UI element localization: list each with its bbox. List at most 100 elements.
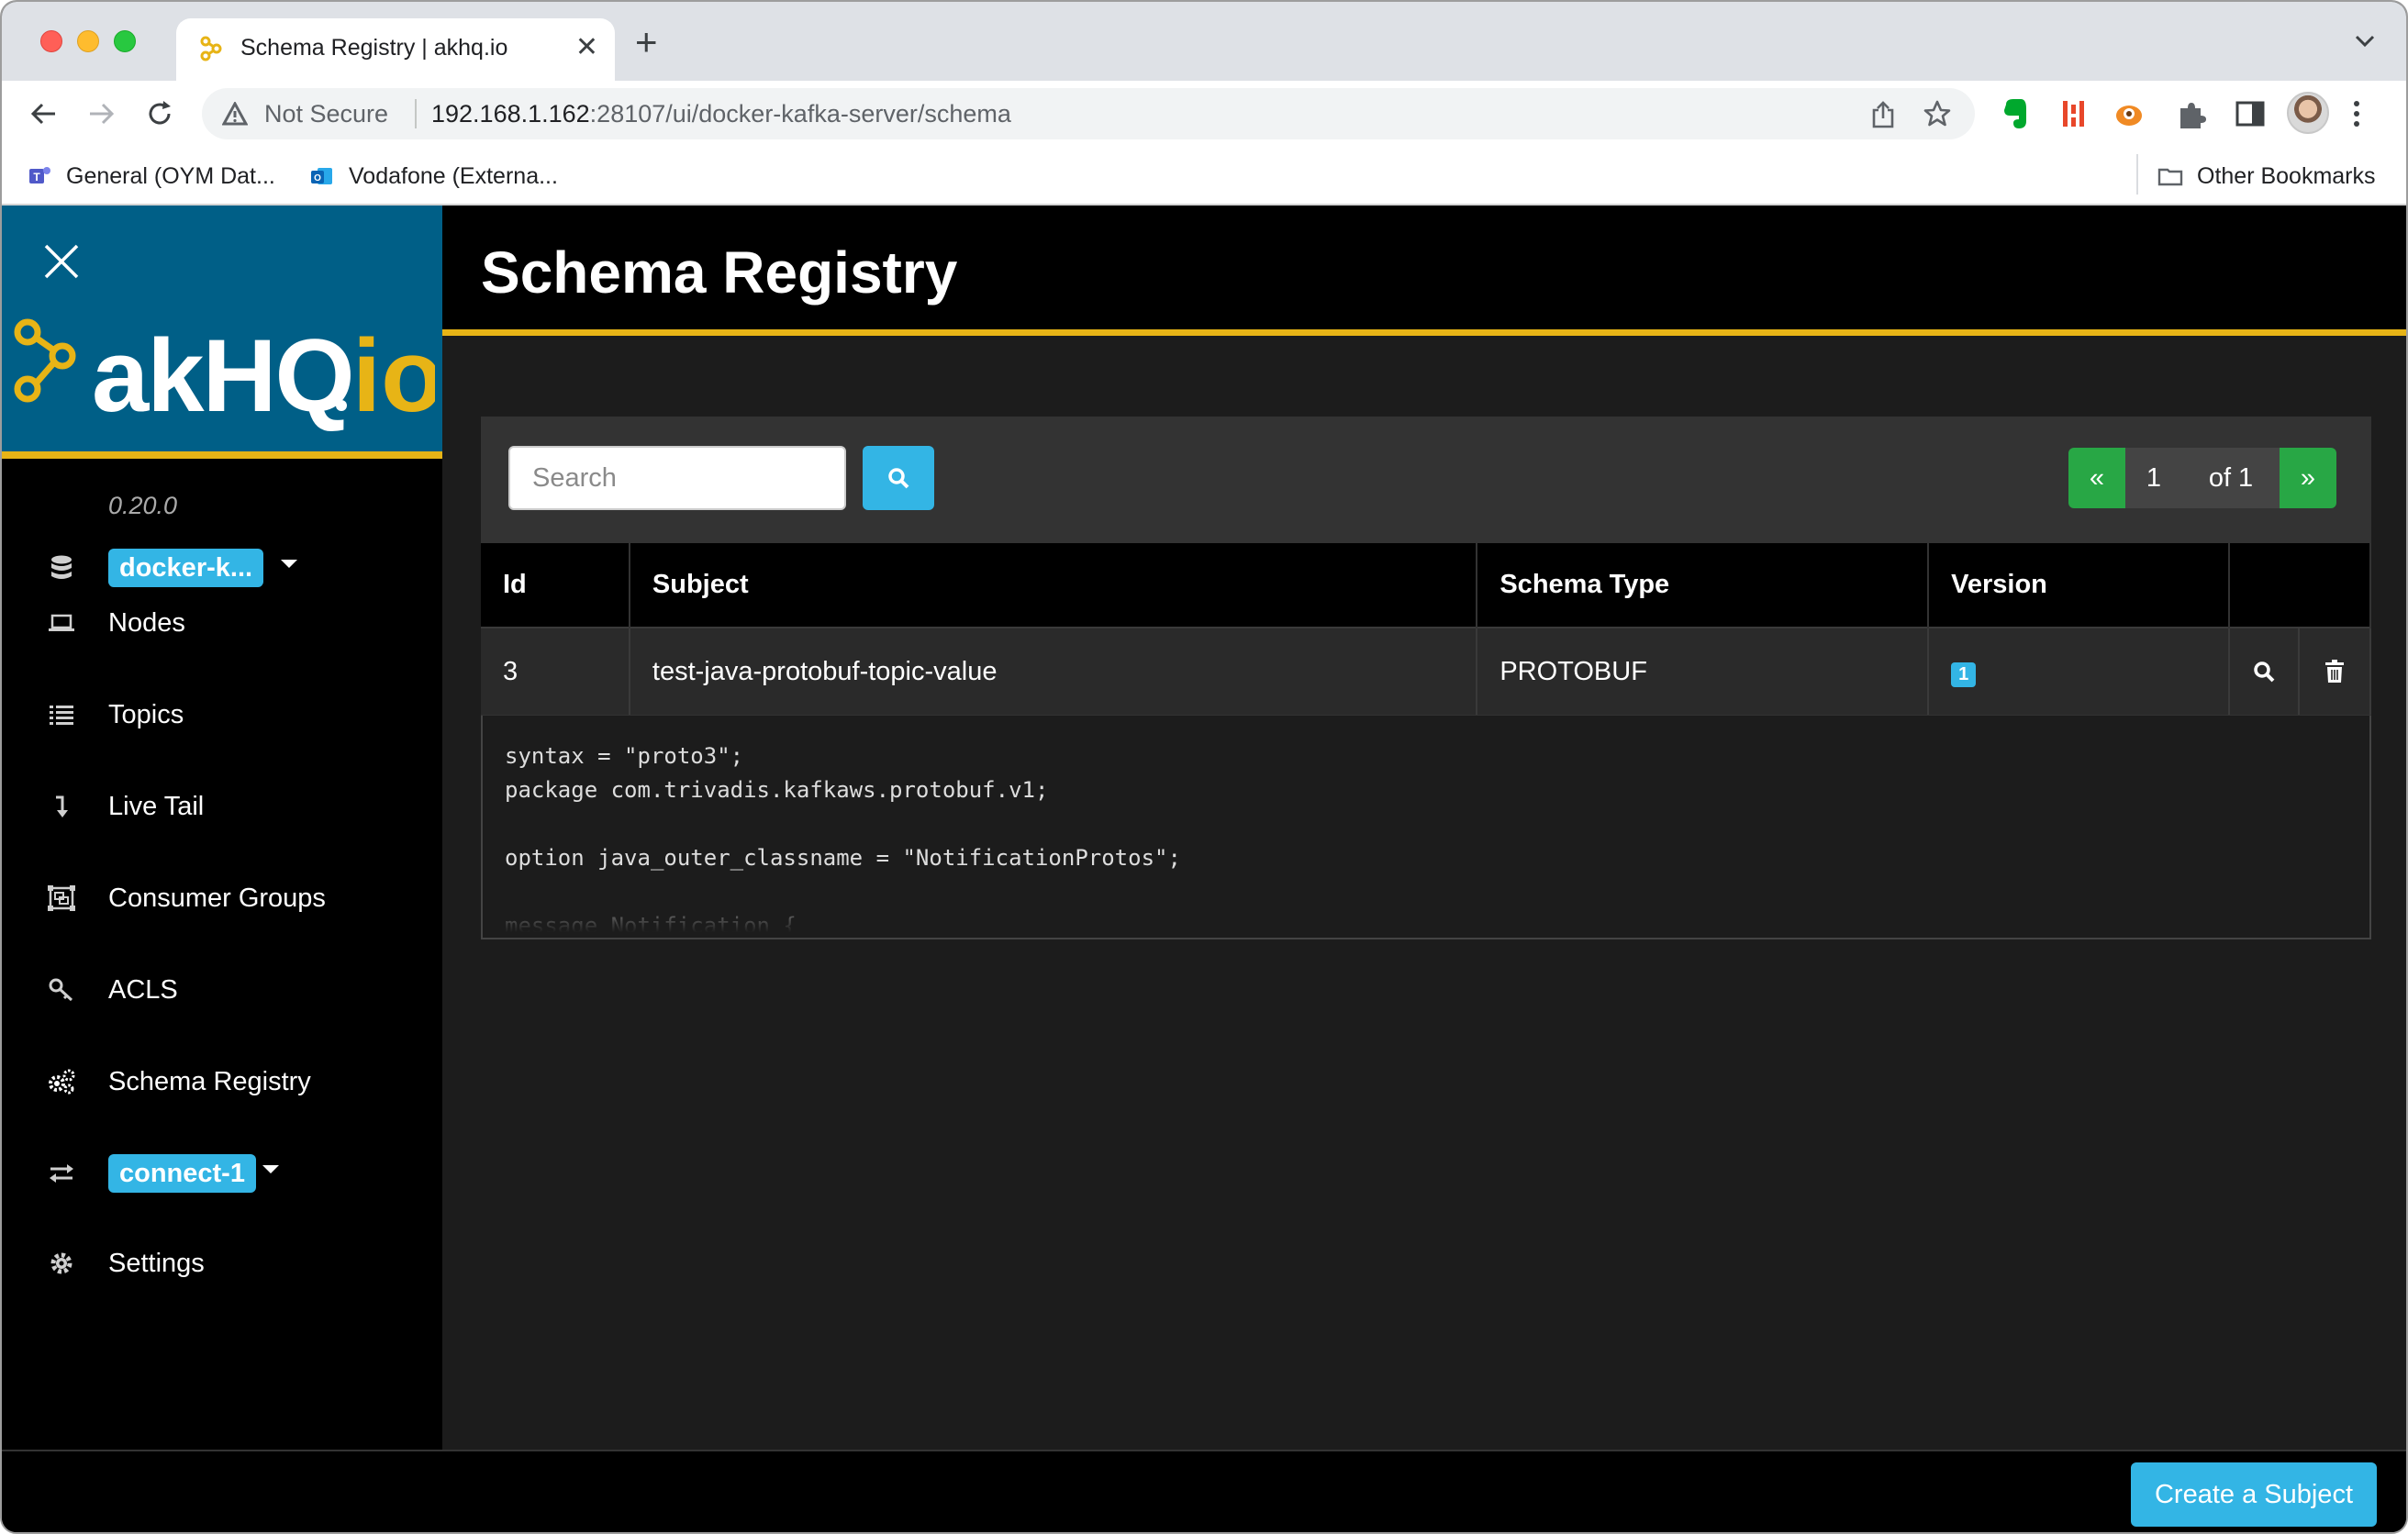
tab-title: Schema Registry | akhq.io	[240, 35, 508, 61]
svg-text:T: T	[33, 171, 40, 183]
cluster-selector-badge[interactable]: docker-k...	[108, 549, 264, 587]
search-button[interactable]	[863, 446, 934, 510]
window-minimize-button[interactable]	[77, 30, 99, 52]
url-path: :28107/ui/docker-kafka-server/schema	[589, 100, 1011, 128]
list-icon	[46, 699, 77, 730]
not-secure-label[interactable]: Not Secure	[264, 100, 388, 128]
sidebar-item-acls[interactable]: ACLS	[2, 958, 442, 1022]
footer-bar: Create a Subject	[2, 1450, 2406, 1532]
create-subject-button[interactable]: Create a Subject	[2130, 1462, 2377, 1527]
sidebar-close-icon[interactable]	[42, 242, 81, 281]
side-panel-icon[interactable]	[2232, 95, 2269, 132]
svg-text:O: O	[314, 173, 321, 183]
browser-window: Schema Registry | akhq.io ✕ + Not Secure…	[0, 0, 2408, 1534]
view-schema-button[interactable]	[2230, 628, 2300, 715]
url-host: 192.168.1.162	[431, 100, 590, 128]
evernote-extension-icon[interactable]	[1997, 95, 2034, 132]
akhq-favicon-icon	[200, 36, 222, 61]
svg-text:akHQ: akHQ	[92, 318, 353, 433]
level-down-arrow-icon	[46, 791, 77, 822]
pagination-total: of 1	[2182, 448, 2280, 508]
akhq-logo[interactable]: akHQ io	[13, 312, 435, 440]
tab-close-icon[interactable]: ✕	[575, 31, 598, 64]
warning-triangle-icon	[222, 102, 248, 126]
sidebar-item-nodes-label: Nodes	[108, 607, 185, 638]
window-zoom-button[interactable]	[114, 30, 136, 52]
sidebar-item-schema-registry-label: Schema Registry	[108, 1066, 311, 1096]
column-header-schema-type: Schema Type	[1477, 543, 1930, 628]
browser-tab-active[interactable]: Schema Registry | akhq.io ✕	[176, 18, 615, 81]
sidebar: akHQ io 0.20.0 docker-k... Nodes Topics …	[2, 206, 442, 1450]
bookmark-vodafone[interactable]: O Vodafone (Externa...	[308, 158, 558, 195]
tab-strip: Schema Registry | akhq.io ✕ +	[2, 2, 2406, 81]
database-icon	[46, 552, 77, 584]
sidebar-item-schema-registry[interactable]: Schema Registry	[2, 1050, 442, 1114]
sidebar-item-consumer-groups[interactable]: Consumer Groups	[2, 866, 442, 930]
page-header: Schema Registry	[442, 206, 2406, 336]
fox-extension-icon[interactable]	[2111, 95, 2147, 132]
search-input[interactable]	[508, 446, 846, 510]
omnibox-separator	[415, 99, 417, 128]
tab-search-chevron-icon[interactable]	[2355, 35, 2375, 48]
red-extension-icon[interactable]	[2056, 95, 2092, 132]
schema-table: Id Subject Schema Type Version 3 test-ja…	[481, 543, 2372, 715]
outlook-icon: O	[311, 168, 332, 184]
caret-down-icon[interactable]	[281, 560, 297, 568]
bookmark-vodafone-label: Vodafone (Externa...	[349, 162, 558, 189]
object-group-icon	[46, 883, 77, 914]
caret-down-icon[interactable]	[262, 1165, 279, 1173]
new-tab-button[interactable]: +	[635, 23, 658, 61]
column-header-actions	[2228, 543, 2372, 628]
cell-subject[interactable]: test-java-protobuf-topic-value	[629, 627, 1478, 715]
bookmark-general-label: General (OYM Dat...	[66, 162, 275, 189]
reload-icon[interactable]	[143, 97, 176, 130]
pagination-current-page[interactable]: 1	[2125, 448, 2182, 508]
forward-arrow-icon[interactable]	[84, 97, 117, 130]
sidebar-item-topics[interactable]: Topics	[2, 683, 442, 747]
pagination: « 1 of 1 »	[2068, 448, 2336, 508]
browser-toolbar: Not Secure 192.168.1.162:28107/ui/docker…	[2, 81, 2406, 147]
sidebar-item-consumer-groups-label: Consumer Groups	[108, 883, 326, 913]
kebab-menu-icon[interactable]	[2351, 97, 2362, 130]
other-bookmarks[interactable]: Other Bookmarks	[2157, 158, 2376, 195]
back-arrow-icon[interactable]	[28, 97, 61, 130]
search-icon	[888, 468, 909, 489]
url-text[interactable]: 192.168.1.162:28107/ui/docker-kafka-serv…	[431, 100, 1011, 128]
sidebar-item-connect[interactable]: connect-1	[2, 1141, 442, 1206]
sidebar-item-live-tail-label: Live Tail	[108, 791, 205, 821]
pagination-next-button[interactable]: »	[2280, 448, 2336, 508]
connect-selector-badge[interactable]: connect-1	[108, 1154, 256, 1193]
extensions-puzzle-icon[interactable]	[2173, 95, 2210, 132]
cogs-icon	[46, 1066, 77, 1097]
bookmarks-separator	[2136, 154, 2138, 195]
address-bar[interactable]: Not Secure 192.168.1.162:28107/ui/docker…	[202, 88, 1975, 139]
schema-preview: syntax = "proto3"; package com.trivadis.…	[481, 716, 2371, 939]
window-close-button[interactable]	[40, 30, 62, 52]
bookmark-star-icon[interactable]	[1923, 100, 1951, 128]
table-row[interactable]: 3 test-java-protobuf-topic-value PROTOBU…	[481, 627, 2372, 715]
sidebar-header: akHQ io	[2, 206, 442, 459]
schema-panel: « 1 of 1 » Id Subject Schema Type Versio…	[481, 417, 2372, 939]
sidebar-item-nodes[interactable]: Nodes	[2, 591, 442, 655]
search-icon	[2254, 661, 2275, 683]
app-version: 0.20.0	[108, 492, 178, 519]
cell-schema-type: PROTOBUF	[1477, 627, 1930, 715]
sidebar-item-settings[interactable]: Settings	[2, 1231, 442, 1295]
sidebar-item-acls-label: ACLS	[108, 974, 178, 1005]
other-bookmarks-label: Other Bookmarks	[2197, 162, 2376, 189]
bookmark-general[interactable]: T General (OYM Dat...	[26, 158, 275, 195]
table-header-row: Id Subject Schema Type Version	[481, 543, 2372, 628]
svg-text:io: io	[352, 318, 435, 433]
column-header-id: Id	[481, 543, 630, 628]
share-icon[interactable]	[1870, 101, 1896, 128]
sidebar-item-topics-label: Topics	[108, 699, 184, 729]
version-badge: 1	[1951, 661, 1977, 687]
gear-icon	[46, 1248, 77, 1279]
cell-version: 1	[1928, 627, 2230, 715]
delete-schema-button[interactable]	[2300, 628, 2369, 715]
sidebar-item-live-tail[interactable]: Live Tail	[2, 774, 442, 839]
profile-avatar[interactable]	[2287, 92, 2329, 134]
cell-id: 3	[481, 627, 630, 715]
akhq-app: akHQ io 0.20.0 docker-k... Nodes Topics …	[2, 206, 2406, 1532]
pagination-prev-button[interactable]: «	[2068, 448, 2125, 508]
